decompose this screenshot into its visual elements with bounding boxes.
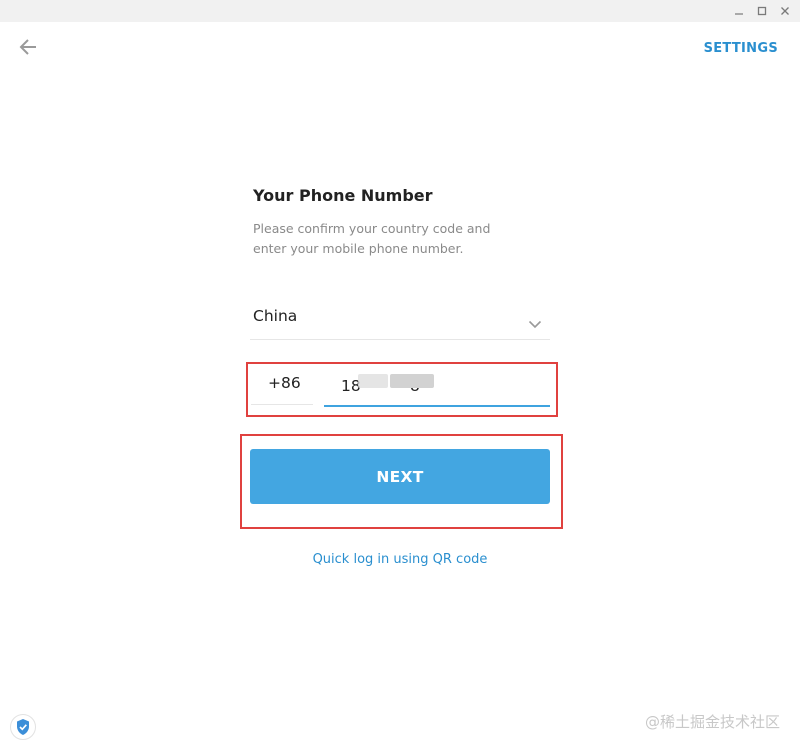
country-select[interactable]: China (250, 300, 550, 340)
arrow-left-icon (18, 38, 38, 60)
close-icon[interactable] (774, 0, 796, 22)
chevron-down-icon (528, 314, 542, 333)
next-highlight-box (240, 434, 563, 529)
settings-button[interactable]: SETTINGS (704, 41, 778, 56)
phone-highlight-box (246, 362, 558, 417)
window-titlebar (0, 0, 800, 22)
country-select-value: China (253, 307, 298, 325)
qr-login-link[interactable]: Quick log in using QR code (0, 552, 800, 567)
watermark: @稀土掘金技术社区 (644, 713, 780, 731)
page-description: Please confirm your country code and ent… (253, 221, 491, 256)
page-title: Your Phone Number (253, 186, 433, 205)
maximize-icon[interactable] (751, 0, 773, 22)
minimize-icon[interactable] (728, 0, 750, 22)
shield-check-icon[interactable] (10, 714, 36, 740)
back-button[interactable] (14, 37, 42, 61)
